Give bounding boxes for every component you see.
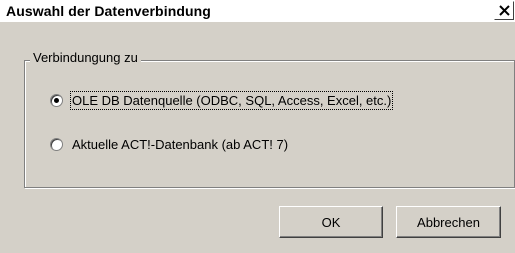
close-button[interactable] [494,1,514,20]
cancel-button[interactable]: Abbrechen [396,206,501,238]
ok-button[interactable]: OK [279,206,383,238]
window-title: Auswahl der Datenverbindung [6,3,211,19]
radio-selected-dot [54,97,59,103]
close-icon [499,5,510,16]
connection-groupbox [24,60,515,188]
radio-ole-db[interactable]: OLE DB Datenquelle (ODBC, SQL, Access, E… [50,90,394,110]
data-connection-dialog: Auswahl der Datenverbindung Verbindungun… [0,0,515,253]
radio-label-ole-db[interactable]: OLE DB Datenquelle (ODBC, SQL, Access, E… [69,90,394,110]
radio-act-database[interactable]: Aktuelle ACT!-Datenbank (ab ACT! 7) [50,135,288,153]
radio-label-act-database[interactable]: Aktuelle ACT!-Datenbank (ab ACT! 7) [72,137,288,152]
radio-button-ole-db[interactable] [50,93,63,107]
title-bar: Auswahl der Datenverbindung [0,0,515,22]
radio-button-act-database[interactable] [50,137,63,151]
groupbox-legend: Verbindungung zu [30,50,141,65]
